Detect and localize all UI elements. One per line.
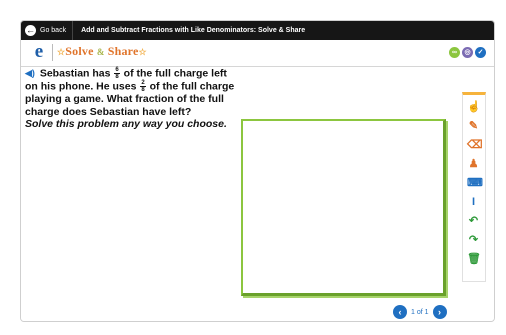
undo-icon[interactable]: ↶ (467, 215, 480, 228)
page-navigation: ‹ 1 of 1 › (393, 305, 447, 319)
logo-divider (52, 44, 53, 61)
drawing-toolbar: ☝ ✎ ⌫ ♟ ⌨ I ↶ ↷ 🗑 (462, 92, 486, 282)
workspace-canvas[interactable] (241, 119, 446, 296)
solve-word: Solve (65, 44, 94, 58)
share-word: Share (107, 44, 139, 58)
envision-logo: e (34, 41, 44, 62)
back-arrow-icon: ← (25, 25, 36, 36)
redo-icon[interactable]: ↷ (467, 234, 480, 247)
next-page-button[interactable]: › (432, 305, 447, 319)
lesson-title: Add and Subtract Fractions with Like Den… (81, 27, 306, 34)
problem-part-1: Sebastian has (39, 67, 111, 80)
previous-page-button[interactable]: ‹ (393, 305, 407, 319)
pen-tool-icon[interactable]: ✎ (467, 120, 480, 133)
ampersand: & (96, 47, 105, 57)
tools-icon[interactable]: ◎ (462, 47, 473, 58)
eraser-tool-icon[interactable]: ⌫ (467, 139, 483, 152)
header-icons: ∞ ◎ ✓ (449, 47, 486, 58)
page-indicator: 1 of 1 (411, 308, 429, 316)
content-area: ◀) Sebastian has 68 of the full charge l… (21, 67, 494, 321)
star-icon: ☆ (138, 47, 147, 57)
pointer-tool-icon[interactable]: ☝ (467, 101, 481, 114)
top-bar: ← Go back Add and Subtract Fractions wit… (21, 21, 494, 40)
fraction-six-eighths: 68 (114, 67, 120, 80)
instruction-text: Solve this problem any way you choose. (25, 118, 227, 131)
help-icon[interactable]: ✓ (475, 47, 486, 58)
app-header: e ☆Solve & Share☆ ∞ ◎ ✓ (21, 40, 494, 67)
go-back-button[interactable]: ← Go back (21, 21, 74, 40)
glossary-icon[interactable]: ∞ (449, 47, 460, 58)
keyboard-tool-icon[interactable]: ⌨ (467, 177, 483, 190)
app-frame: ← Go back Add and Subtract Fractions wit… (20, 20, 495, 322)
trash-icon[interactable]: 🗑 (467, 253, 481, 266)
solve-and-share-title: ☆Solve & Share☆ (57, 44, 147, 59)
fraction-two-eighths: 28 (140, 80, 146, 93)
speaker-icon[interactable]: ◀) (25, 67, 35, 80)
stamp-tool-icon[interactable]: ♟ (467, 158, 480, 171)
text-tool-icon[interactable]: I (467, 196, 480, 209)
go-back-label: Go back (40, 27, 67, 34)
problem-text: ◀) Sebastian has 68 of the full charge l… (25, 67, 235, 131)
